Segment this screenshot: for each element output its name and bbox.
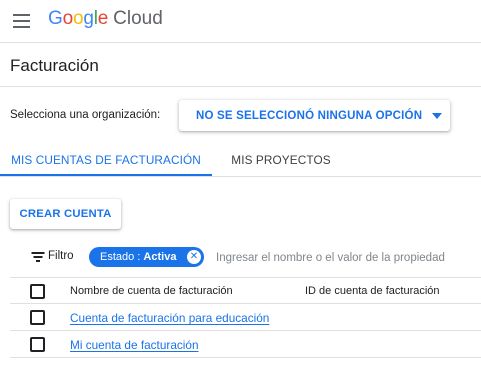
active-tab-indicator bbox=[0, 174, 212, 176]
logo-letter: o bbox=[62, 8, 74, 29]
row-checkbox[interactable] bbox=[30, 310, 45, 325]
billing-account-link[interactable]: Cuenta de facturación para educación bbox=[70, 311, 269, 325]
caret-down-icon bbox=[432, 112, 443, 119]
row-checkbox[interactable] bbox=[30, 337, 45, 352]
page-header: Facturación bbox=[0, 43, 481, 87]
logo-product-name: Cloud bbox=[113, 8, 163, 29]
column-header-id[interactable]: ID de cuenta de facturación bbox=[305, 285, 440, 297]
hamburger-menu-icon[interactable] bbox=[8, 9, 34, 33]
create-account-button[interactable]: CREAR CUENTA bbox=[10, 199, 121, 229]
tab-bar: MIS CUENTAS DE FACTURACIÓN MIS PROYECTOS bbox=[0, 143, 481, 177]
chip-label: Estado : Activa bbox=[100, 251, 176, 263]
filter-label: Filtro bbox=[48, 250, 74, 262]
chip-value: Activa bbox=[143, 251, 177, 263]
filter-icon[interactable] bbox=[31, 252, 45, 263]
logo-letter: o bbox=[72, 8, 84, 29]
filter-input[interactable] bbox=[212, 245, 474, 270]
billing-account-link[interactable]: Mi cuenta de facturación bbox=[70, 338, 199, 352]
logo-letter: g bbox=[83, 8, 94, 29]
column-header-name[interactable]: Nombre de cuenta de facturación bbox=[70, 285, 233, 297]
page-title: Facturación bbox=[10, 56, 99, 75]
chip-key: Estado : bbox=[100, 251, 144, 263]
google-cloud-logo[interactable]: Google Cloud bbox=[48, 8, 163, 34]
tab-billing-accounts[interactable]: MIS CUENTAS DE FACTURACIÓN bbox=[0, 143, 212, 177]
table-header-row: Nombre de cuenta de facturación ID de cu… bbox=[10, 277, 481, 304]
select-all-checkbox[interactable] bbox=[30, 284, 45, 299]
logo-wordmark: Google bbox=[48, 8, 108, 30]
logo-letter: G bbox=[48, 8, 63, 29]
billing-accounts-table: Nombre de cuenta de facturación ID de cu… bbox=[10, 277, 481, 358]
org-select-dropdown[interactable]: NO SE SELECCIONÓ NINGUNA OPCIÓN bbox=[179, 100, 450, 131]
status-filter-chip[interactable]: Estado : Activa ✕ bbox=[89, 247, 204, 267]
org-selector-label: Selecciona una organización: bbox=[10, 109, 161, 121]
top-bar: Google Cloud bbox=[0, 0, 481, 43]
tab-my-projects[interactable]: MIS PROYECTOS bbox=[212, 143, 350, 177]
table-row: Mi cuenta de facturación bbox=[10, 331, 481, 358]
filter-bar: Filtro Estado : Activa ✕ bbox=[0, 243, 481, 272]
org-select-value: NO SE SELECCIONÓ NINGUNA OPCIÓN bbox=[196, 109, 423, 122]
chip-close-icon[interactable]: ✕ bbox=[187, 250, 201, 264]
table-row: Cuenta de facturación para educación bbox=[10, 304, 481, 331]
logo-letter: e bbox=[97, 8, 109, 29]
